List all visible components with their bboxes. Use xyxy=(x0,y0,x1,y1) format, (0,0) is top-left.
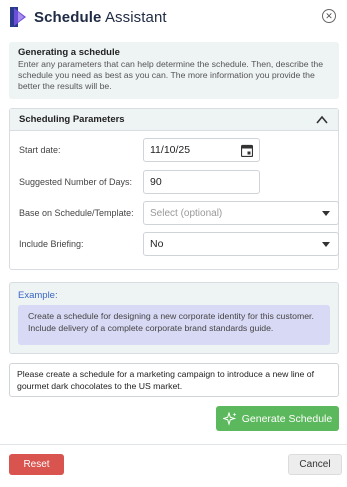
template-label: Base on Schedule/Template: xyxy=(19,208,134,218)
days-input[interactable]: 90 xyxy=(143,170,260,194)
start-date-label: Start date: xyxy=(19,145,61,155)
cancel-button[interactable]: Cancel xyxy=(288,454,342,475)
days-row: Suggested Number of Days: 90 xyxy=(19,170,331,194)
dialog-header: Schedule Assistant ✕ xyxy=(0,0,347,34)
dialog-title: Schedule Assistant xyxy=(34,8,167,26)
caret-down-icon[interactable] xyxy=(322,242,330,247)
schedule-prompt-textarea[interactable]: Please create a schedule for a marketing… xyxy=(9,363,339,397)
info-panel: Generating a schedule Enter any paramete… xyxy=(9,42,339,99)
template-row: Base on Schedule/Template: Select (optio… xyxy=(19,201,339,225)
example-panel: Example: Create a schedule for designing… xyxy=(9,282,339,354)
briefing-row: Include Briefing: No xyxy=(19,232,339,256)
chevron-up-icon[interactable] xyxy=(315,113,329,127)
sparkle-icon xyxy=(222,411,237,426)
calendar-icon[interactable] xyxy=(241,144,253,157)
parameters-heading: Scheduling Parameters xyxy=(19,114,125,125)
days-label: Suggested Number of Days: xyxy=(19,177,133,187)
briefing-select[interactable]: No xyxy=(143,232,339,256)
parameters-header[interactable]: Scheduling Parameters xyxy=(10,109,338,131)
info-title: Generating a schedule xyxy=(18,47,120,58)
info-text: Enter any parameters that can help deter… xyxy=(18,59,324,91)
template-select[interactable]: Select (optional) xyxy=(143,201,339,225)
example-text: Create a schedule for designing a new co… xyxy=(18,305,330,345)
caret-down-icon[interactable] xyxy=(322,211,330,216)
footer-divider xyxy=(0,444,347,445)
generate-schedule-label: Generate Schedule xyxy=(241,412,333,425)
generate-schedule-button[interactable]: Generate Schedule xyxy=(216,406,339,431)
scheduling-parameters-panel: Scheduling Parameters Start date: 11/10/… xyxy=(9,108,339,270)
start-date-row: Start date: 11/10/25 xyxy=(19,138,331,162)
app-logo-icon xyxy=(10,7,26,27)
start-date-input[interactable]: 11/10/25 xyxy=(143,138,260,162)
close-icon[interactable]: ✕ xyxy=(322,9,336,23)
briefing-label: Include Briefing: xyxy=(19,239,84,249)
example-label: Example: xyxy=(18,290,58,301)
reset-button[interactable]: Reset xyxy=(9,454,64,475)
